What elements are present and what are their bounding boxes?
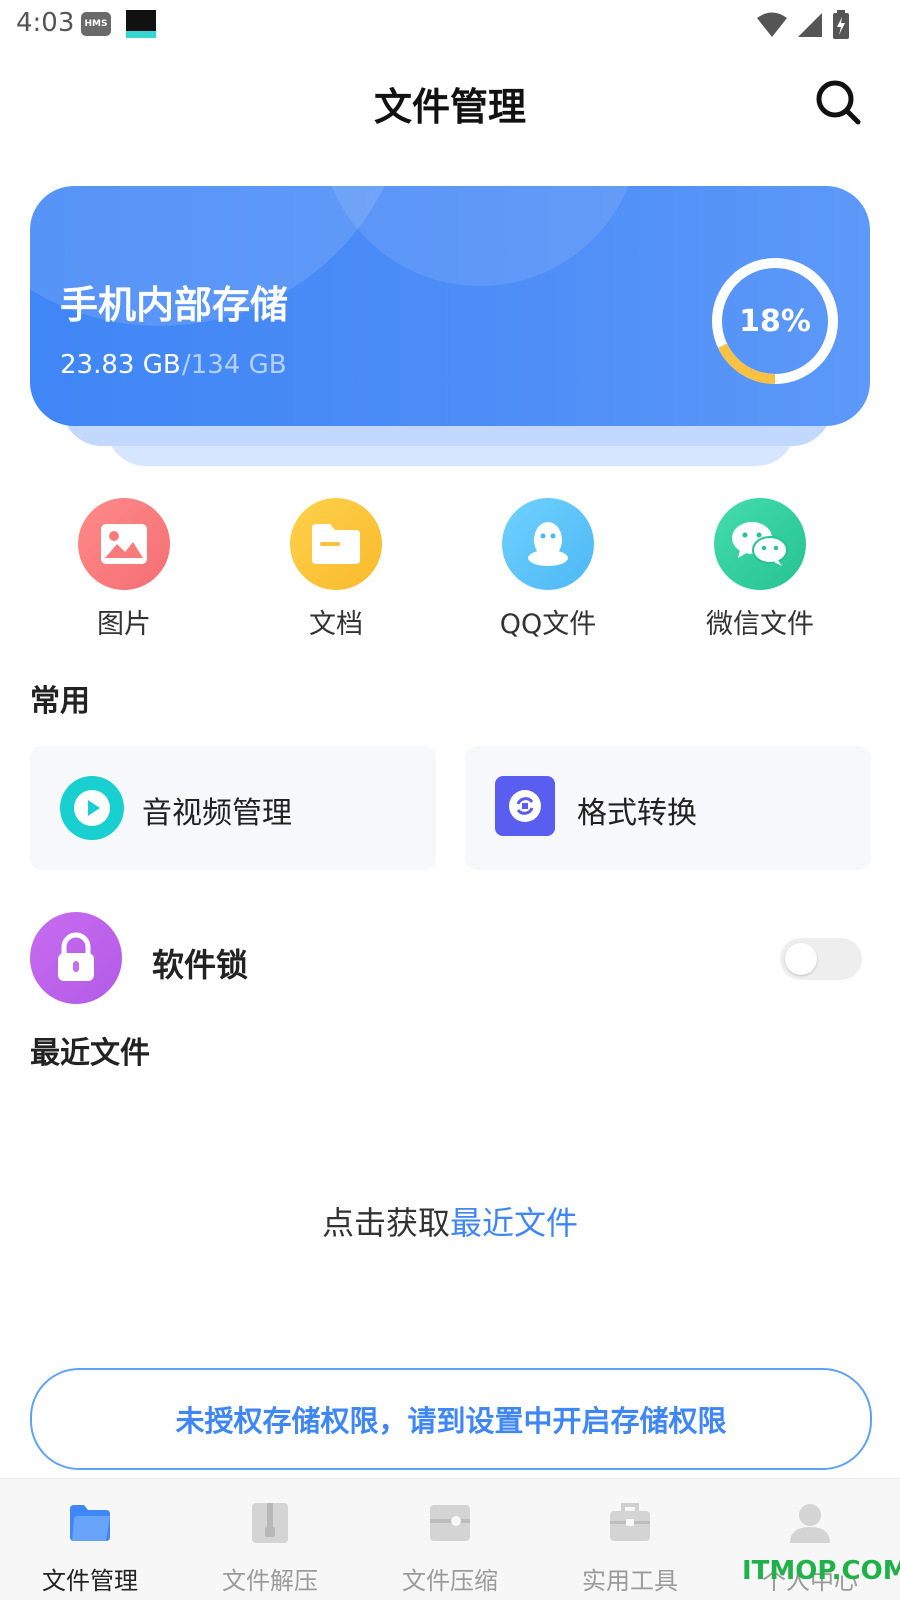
tab-compress[interactable]: 文件压缩 — [360, 1479, 540, 1600]
toolbox-icon — [610, 1503, 650, 1541]
category-wechat-files[interactable]: 微信文件 — [660, 498, 860, 640]
hms-badge: HMS — [81, 12, 111, 36]
internal-storage-card[interactable]: 手机内部存储 23.83 GB /134 GB 18% — [30, 186, 870, 426]
zip-icon — [252, 1503, 288, 1543]
image-icon — [78, 498, 170, 590]
toggle-knob — [785, 943, 817, 975]
category-label: 图片 — [97, 609, 151, 640]
tab-unzip[interactable]: 文件解压 — [180, 1479, 360, 1600]
status-bar: 4:03 HMS — [0, 0, 900, 50]
category-label: 微信文件 — [706, 609, 814, 640]
media-manager-button[interactable]: 音视频管理 — [30, 746, 436, 870]
status-icons — [756, 10, 850, 40]
tab-file-manager[interactable]: 文件管理 — [0, 1479, 180, 1600]
card-decoration — [320, 186, 640, 286]
user-icon — [790, 1504, 830, 1543]
category-label: QQ文件 — [499, 609, 597, 640]
storage-used: 23.83 GB — [60, 350, 181, 380]
battery-charging-icon — [833, 10, 849, 39]
status-time: 4:03 — [16, 8, 75, 38]
folder-tab-icon — [70, 1505, 110, 1541]
app-notification-icon — [126, 10, 156, 38]
play-icon — [60, 776, 124, 840]
recent-hint-text: 点击获取 — [321, 1204, 450, 1242]
search-icon — [816, 80, 861, 125]
storage-title: 手机内部存储 — [60, 283, 289, 327]
category-label: 文档 — [309, 609, 363, 640]
watermark: ITMOP.COM — [742, 1556, 900, 1586]
tab-utilities[interactable]: 实用工具 — [540, 1479, 720, 1600]
section-title-common: 常用 — [30, 684, 90, 719]
wifi-icon — [757, 12, 787, 37]
compress-icon — [430, 1505, 470, 1541]
qq-icon — [502, 498, 594, 590]
nav-label: 文件管理 — [42, 1567, 138, 1595]
software-lock-toggle[interactable] — [780, 938, 862, 980]
nav-label: 实用工具 — [582, 1567, 678, 1595]
category-images[interactable]: 图片 — [24, 498, 224, 640]
common-item-label: 音视频管理 — [142, 796, 292, 831]
search-button[interactable] — [812, 76, 864, 128]
category-qq-files[interactable]: QQ文件 — [448, 498, 648, 640]
storage-total: /134 GB — [182, 350, 287, 380]
software-lock-label: 软件锁 — [152, 946, 249, 984]
nav-label: 文件解压 — [222, 1567, 318, 1595]
recent-files-hint: 点击获取最近文件 — [0, 1198, 900, 1244]
nav-label: 文件压缩 — [402, 1567, 498, 1595]
category-documents[interactable]: 文档 — [236, 498, 436, 640]
app-screen: 4:03 HMS 文件管理 手机内部存储 23.83 GB /134 GB 18… — [0, 0, 900, 1600]
lock-icon — [30, 912, 122, 1004]
convert-icon — [495, 776, 555, 836]
storage-percent: 18% — [739, 303, 811, 339]
wechat-icon — [714, 498, 806, 590]
format-convert-button[interactable]: 格式转换 — [465, 746, 871, 870]
page-title: 文件管理 — [373, 85, 526, 129]
signal-icon — [798, 13, 822, 37]
folder-icon — [290, 498, 382, 590]
recent-files-link[interactable]: 最近文件 — [450, 1204, 578, 1242]
common-item-label: 格式转换 — [577, 796, 697, 831]
section-title-recent: 最近文件 — [30, 1036, 150, 1071]
storage-permission-banner[interactable]: 未授权存储权限，请到设置中开启存储权限 — [30, 1368, 872, 1470]
